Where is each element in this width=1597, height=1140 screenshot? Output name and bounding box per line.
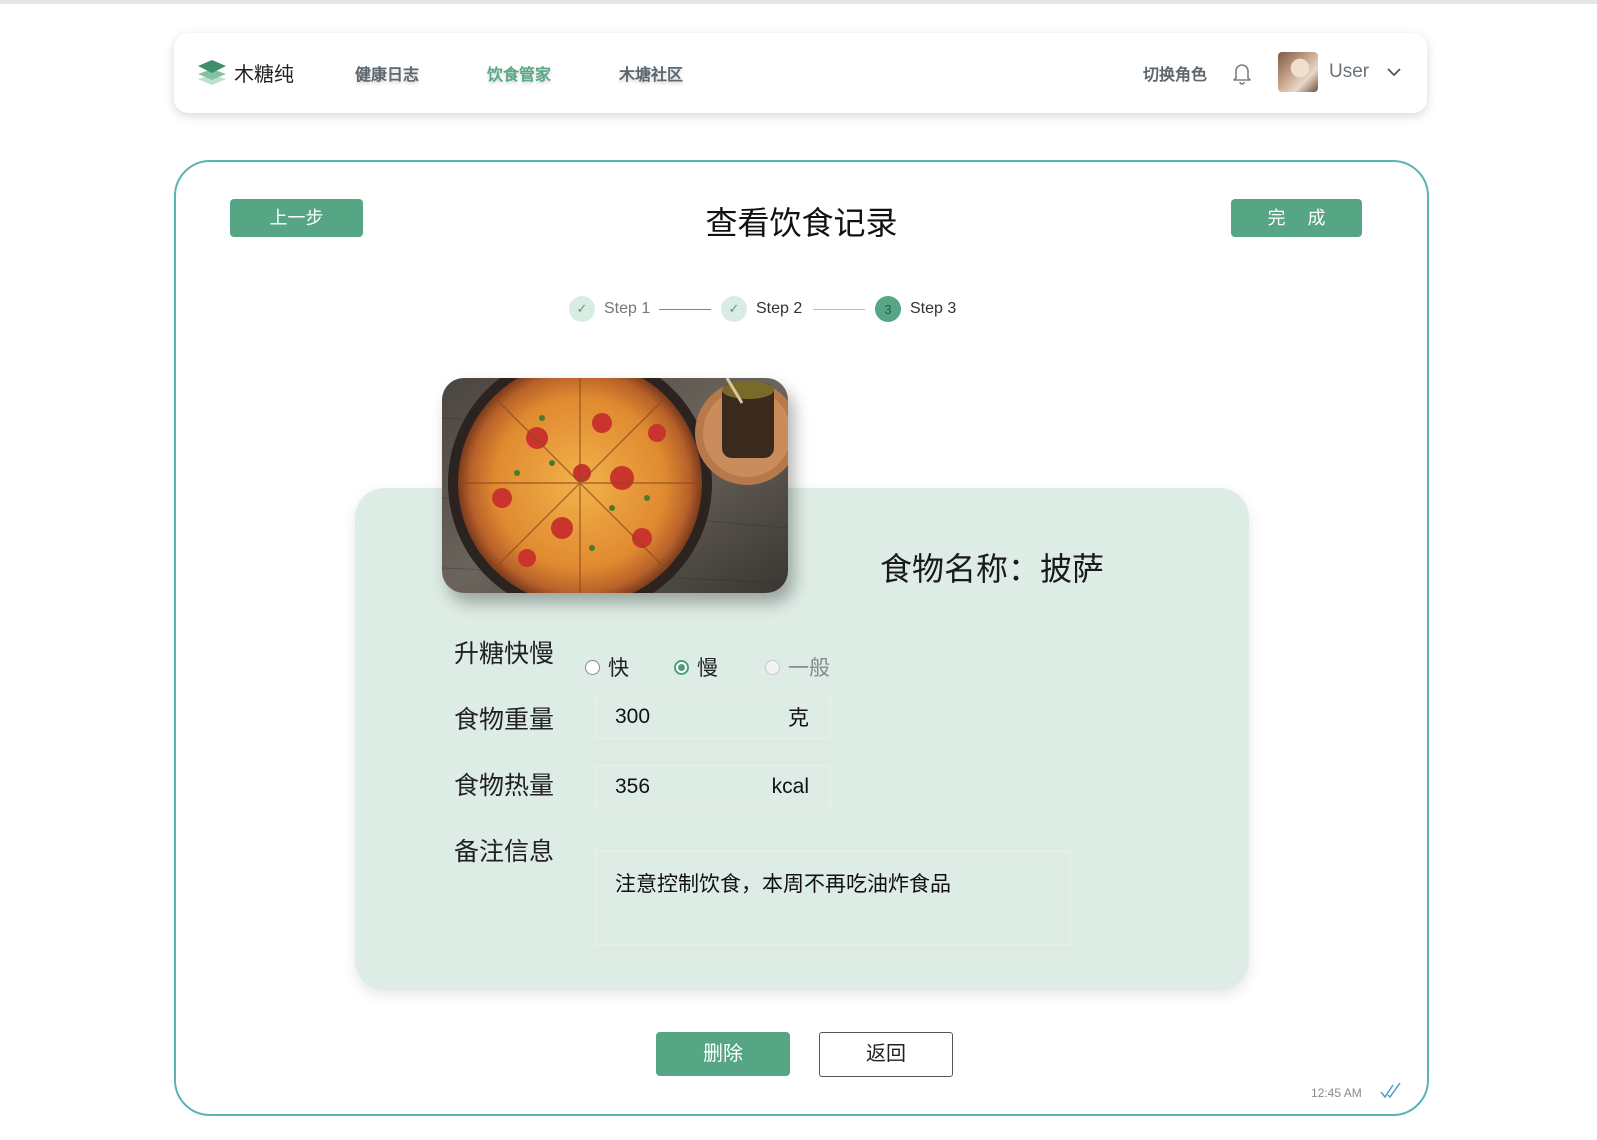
step-1[interactable]: ✓ Step 1 bbox=[569, 296, 650, 322]
radio-label: 快 bbox=[608, 657, 629, 680]
food-name: 食物名称：披萨 bbox=[880, 551, 1105, 587]
timestamp: 12:45 AM bbox=[1311, 1086, 1362, 1100]
bell-icon[interactable] bbox=[1230, 60, 1254, 86]
step-3[interactable]: 3 Step 3 bbox=[875, 296, 956, 322]
back-button[interactable]: 返回 bbox=[819, 1032, 953, 1077]
calorie-unit: kcal bbox=[771, 775, 809, 798]
step-connector bbox=[813, 309, 865, 310]
radio-fast[interactable]: 快 bbox=[585, 652, 629, 682]
calorie-value: 356 bbox=[615, 775, 651, 798]
avatar[interactable] bbox=[1278, 52, 1318, 92]
top-border-line bbox=[0, 0, 1597, 4]
check-icon: ✓ bbox=[721, 296, 747, 322]
user-name[interactable]: User bbox=[1329, 61, 1369, 83]
step-number-badge: 3 bbox=[875, 296, 901, 322]
radio-normal: 一般 bbox=[765, 652, 830, 682]
food-weight-input[interactable]: 300 克 bbox=[595, 695, 831, 739]
check-icon: ✓ bbox=[569, 296, 595, 322]
step-label: Step 1 bbox=[604, 300, 651, 317]
top-navbar: 木糖纯 健康日志 饮食管家 木塘社区 切换角色 User bbox=[174, 33, 1427, 113]
step-2[interactable]: ✓ Step 2 bbox=[721, 296, 802, 322]
switch-role-link[interactable]: 切换角色 bbox=[1143, 61, 1207, 85]
notes-label: 备注信息 bbox=[454, 838, 555, 866]
layers-logo-icon bbox=[198, 60, 226, 85]
radio-label: 慢 bbox=[697, 657, 718, 680]
radio-slow[interactable]: 慢 bbox=[674, 652, 718, 682]
food-weight-label: 食物重量 bbox=[454, 706, 555, 734]
diet-record-panel: 上一步 查看饮食记录 完成 ✓ Step 1 ✓ Step 2 3 Step 3 bbox=[174, 160, 1429, 1116]
nav-link-community[interactable]: 木塘社区 bbox=[619, 61, 683, 85]
pizza-photo bbox=[442, 378, 788, 593]
glycemic-speed-label: 升糖快慢 bbox=[454, 640, 555, 668]
food-calorie-label: 食物热量 bbox=[454, 772, 555, 800]
step-connector bbox=[659, 309, 711, 310]
radio-label: 一般 bbox=[788, 657, 830, 680]
double-check-icon bbox=[1380, 1082, 1401, 1099]
weight-value: 300 bbox=[615, 705, 651, 728]
radio-button[interactable] bbox=[674, 659, 689, 675]
delete-button[interactable]: 删除 bbox=[656, 1032, 790, 1076]
chevron-down-icon[interactable] bbox=[1386, 64, 1402, 80]
finish-button[interactable]: 完成 bbox=[1231, 199, 1362, 237]
step-label: Step 3 bbox=[910, 300, 957, 317]
radio-button bbox=[765, 659, 780, 675]
food-calorie-input[interactable]: 356 kcal bbox=[595, 765, 831, 809]
radio-button[interactable] bbox=[585, 659, 600, 675]
notes-textarea[interactable]: 注意控制饮食，本周不再吃油炸食品 bbox=[595, 850, 1071, 946]
app-logo[interactable]: 木糖纯 bbox=[196, 55, 294, 89]
step-label: Step 2 bbox=[756, 300, 803, 317]
weight-unit: 克 bbox=[788, 707, 809, 730]
nav-link-diet-manager[interactable]: 饮食管家 bbox=[487, 61, 551, 85]
nav-link-health-log[interactable]: 健康日志 bbox=[355, 61, 419, 85]
logo-text: 木糖纯 bbox=[234, 63, 294, 86]
